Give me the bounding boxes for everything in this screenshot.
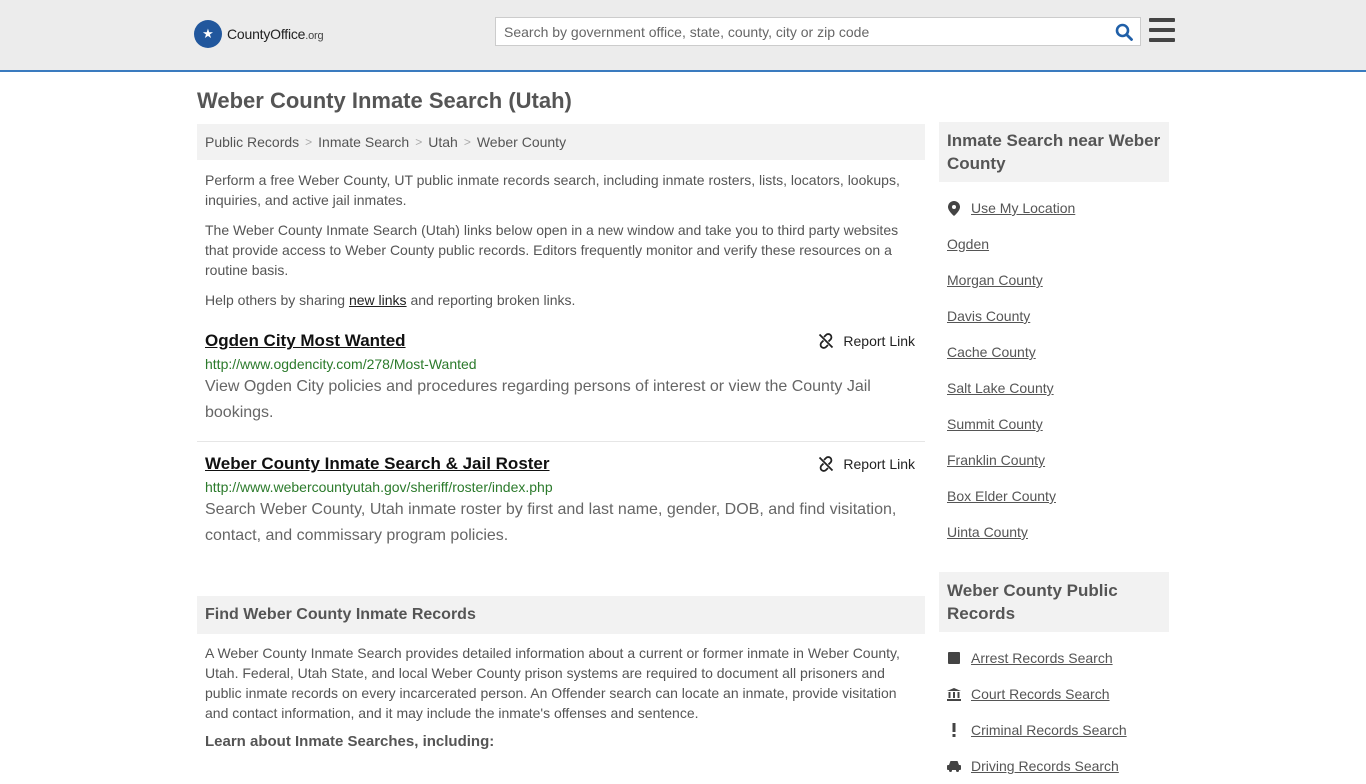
page-title: Weber County Inmate Search (Utah) [197,88,572,113]
sidebar-records-heading: Weber County Public Records [939,572,1169,632]
records-item-driving: Driving Records Search [947,748,1161,784]
nearby-link[interactable]: Davis County [947,308,1030,324]
sidebar-public-records: Weber County Public Records Arrest Recor… [939,572,1169,784]
exclamation-icon [947,723,961,737]
breadcrumb: Public Records > Inmate Search > Utah > … [197,124,925,160]
result-url: http://www.webercountyutah.gov/sheriff/r… [205,479,553,495]
nearby-link[interactable]: Box Elder County [947,488,1056,504]
report-link-button[interactable]: Report Link [818,456,915,472]
intro-share-text: Help others by sharing [205,292,349,308]
nearby-item-morgan-county: Morgan County [947,262,1161,298]
map-pin-icon [947,200,961,216]
nearby-item-davis-county: Davis County [947,298,1161,334]
records-list: Arrest Records Search Court Records Sear… [939,640,1169,784]
intro-paragraph-2: The Weber County Inmate Search (Utah) li… [205,222,899,278]
car-icon [947,759,961,773]
result-title-link[interactable]: Ogden City Most Wanted [205,329,406,353]
find-records-body: A Weber County Inmate Search provides de… [205,645,900,721]
breadcrumb-inmate-search[interactable]: Inmate Search [318,134,409,150]
result-url: http://www.ogdencity.com/278/Most-Wanted [205,356,477,372]
nearby-item-salt-lake-county: Salt Lake County [947,370,1161,406]
nearby-item-cache-county: Cache County [947,334,1161,370]
result-item: Ogden City Most Wanted Report Link http:… [197,329,925,442]
nearby-list: Use My Location Ogden Morgan County Davi… [939,190,1169,550]
result-description: Search Weber County, Utah inmate roster … [205,501,897,544]
nearby-link[interactable]: Ogden [947,236,989,252]
breadcrumb-separator: > [463,135,471,149]
nearby-item-box-elder-county: Box Elder County [947,478,1161,514]
sidebar-nearby-heading: Inmate Search near Weber County [939,122,1169,182]
site-header: ★ CountyOffice.org [0,0,1366,72]
nearby-item-uinta-county: Uinta County [947,514,1161,550]
new-links-link[interactable]: new links [349,292,407,308]
breadcrumb-weber-county: Weber County [476,134,567,150]
intro-report-text: and reporting broken links. [406,292,576,308]
records-item-arrest: Arrest Records Search [947,640,1161,676]
logo-text: CountyOffice.org [227,26,324,42]
nearby-link[interactable]: Morgan County [947,272,1043,288]
site-logo[interactable]: ★ CountyOffice.org [194,20,324,48]
search-input[interactable] [496,18,1108,45]
search-icon [1115,23,1133,41]
search-bar [495,17,1141,46]
logo-badge-icon: ★ [194,20,222,48]
records-item-criminal: Criminal Records Search [947,712,1161,748]
learn-heading: Learn about Inmate Searches, including: [205,733,495,750]
result-title-link[interactable]: Weber County Inmate Search & Jail Roster [205,452,550,476]
records-link[interactable]: Arrest Records Search [971,650,1113,666]
result-description: View Ogden City policies and procedures … [205,378,871,421]
broken-link-icon [819,333,834,349]
main-content: Public Records > Inmate Search > Utah > … [197,124,925,750]
records-link[interactable]: Court Records Search [971,686,1110,702]
square-icon [947,651,961,665]
intro-section: Perform a free Weber County, UT public i… [197,170,925,310]
hamburger-menu-icon[interactable] [1149,18,1175,42]
result-item: Weber County Inmate Search & Jail Roster… [197,452,925,552]
use-location-item: Use My Location [947,190,1161,226]
report-link-label: Report Link [843,333,915,349]
nearby-link[interactable]: Summit County [947,416,1043,432]
nearby-link[interactable]: Cache County [947,344,1036,360]
nearby-link[interactable]: Franklin County [947,452,1045,468]
report-link-button[interactable]: Report Link [818,333,915,349]
nearby-item-franklin-county: Franklin County [947,442,1161,478]
use-my-location-link[interactable]: Use My Location [971,200,1075,216]
report-link-label: Report Link [843,456,915,472]
intro-paragraph-3: Help others by sharing new links and rep… [197,290,925,310]
broken-link-icon [819,456,834,472]
find-records-heading: Find Weber County Inmate Records [197,596,925,634]
nearby-item-summit-county: Summit County [947,406,1161,442]
logo-tld: .org [305,30,324,42]
sidebar-nearby: Inmate Search near Weber County Use My L… [939,122,1169,550]
logo-name: CountyOffice [227,26,306,42]
records-link[interactable]: Driving Records Search [971,758,1119,774]
search-button[interactable] [1108,18,1140,45]
breadcrumb-public-records[interactable]: Public Records [205,134,299,150]
breadcrumb-utah[interactable]: Utah [428,134,458,150]
courthouse-icon [947,687,961,701]
nearby-link[interactable]: Salt Lake County [947,380,1054,396]
nearby-item-ogden: Ogden [947,226,1161,262]
records-item-court: Court Records Search [947,676,1161,712]
nearby-link[interactable]: Uinta County [947,524,1028,540]
breadcrumb-separator: > [415,135,423,149]
records-link[interactable]: Criminal Records Search [971,722,1127,738]
breadcrumb-separator: > [305,135,313,149]
intro-paragraph-1: Perform a free Weber County, UT public i… [205,172,900,208]
